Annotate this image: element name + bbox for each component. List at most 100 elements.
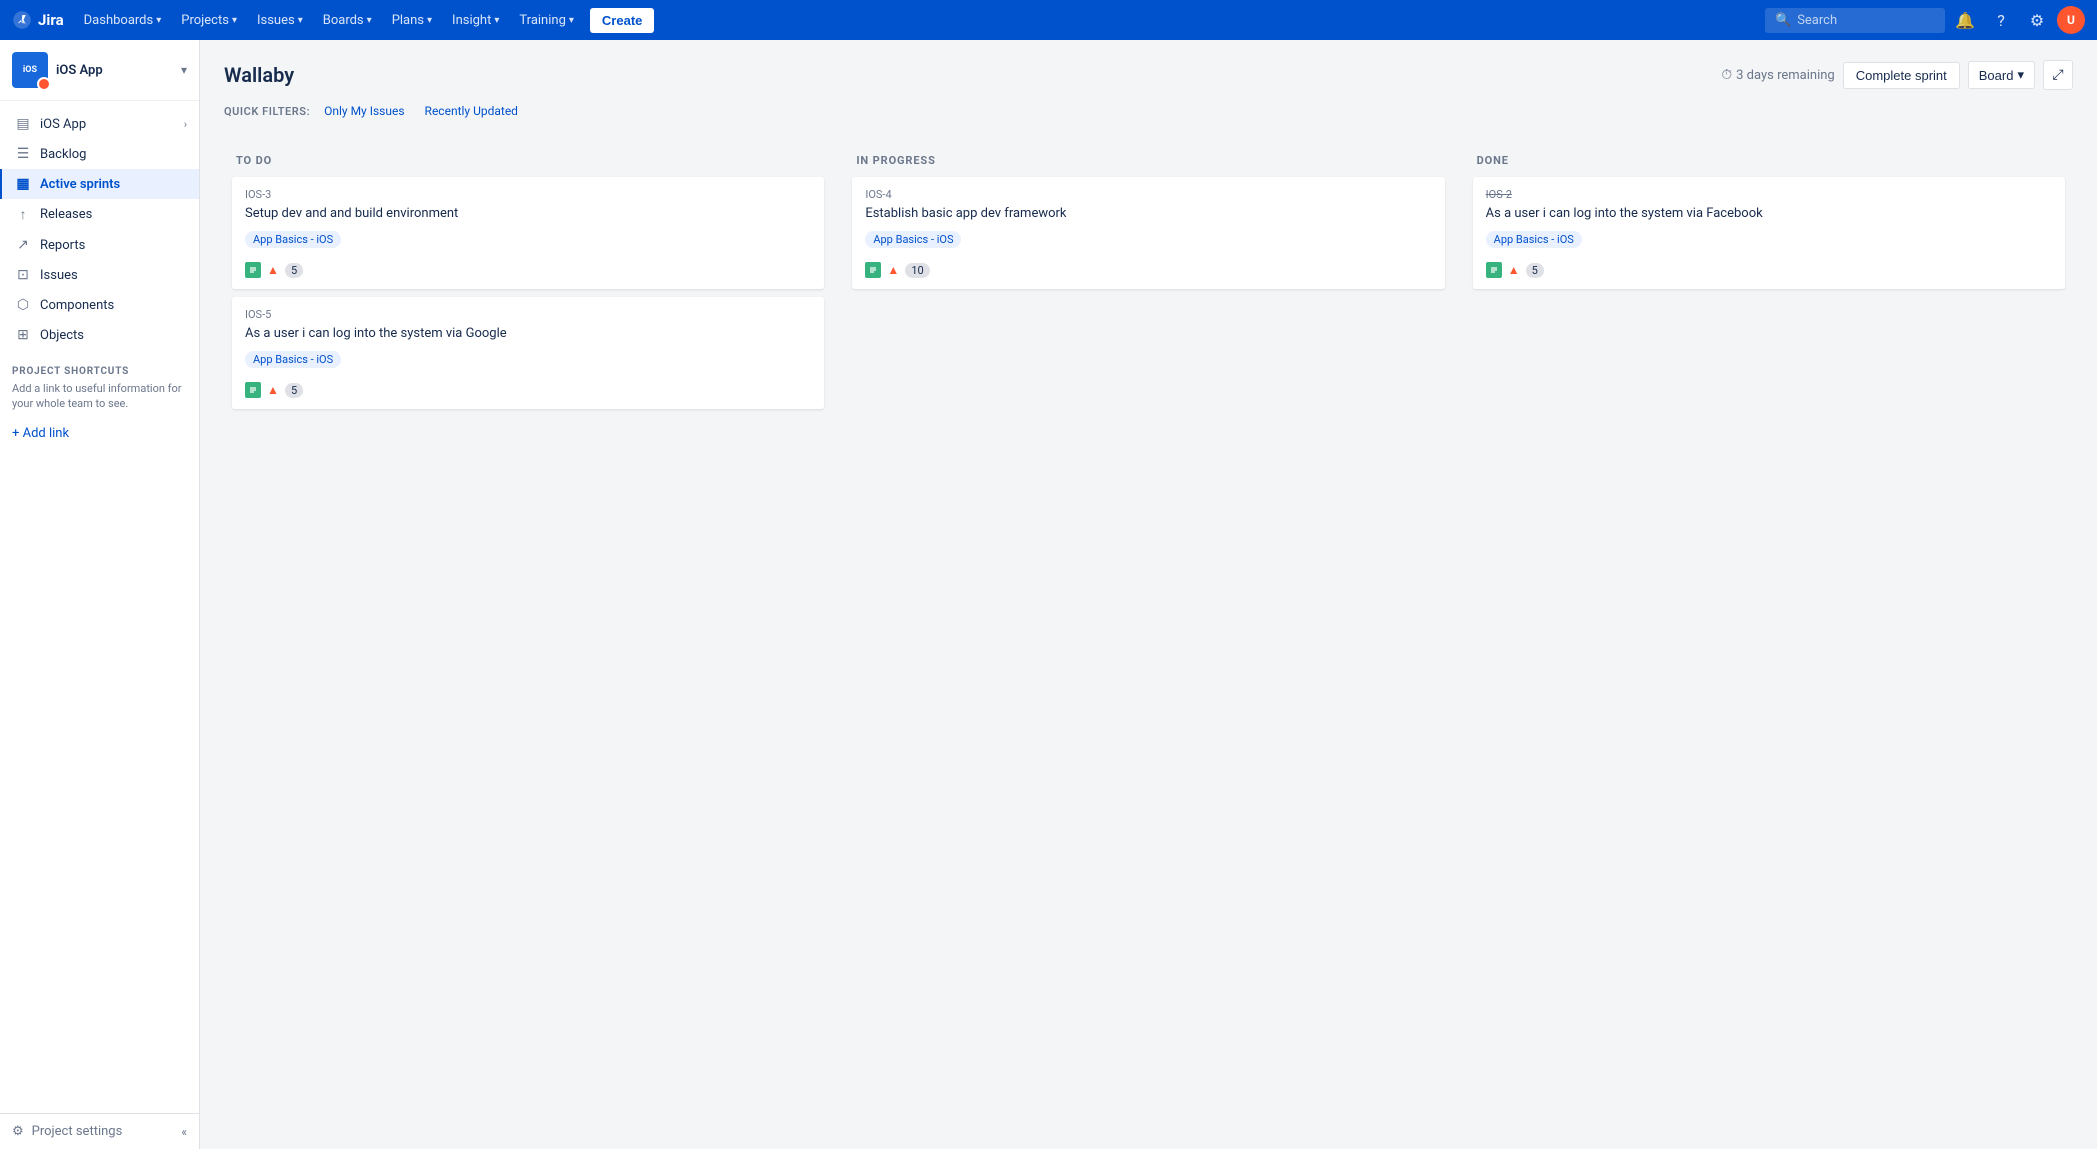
- plans-chevron-icon: ▾: [427, 15, 432, 26]
- nav-plans[interactable]: Plans ▾: [384, 9, 440, 32]
- shortcuts-description: Add a link to useful information for you…: [0, 381, 199, 420]
- project-header: iOS iOS App ▾: [0, 40, 199, 101]
- card-points: 5: [285, 263, 303, 278]
- complete-sprint-button[interactable]: Complete sprint: [1843, 62, 1960, 89]
- issues-chevron-icon: ▾: [298, 15, 303, 26]
- sidebar-item-label: Issues: [40, 268, 78, 283]
- card-footer: ▲ 5: [1486, 262, 2052, 278]
- card-points: 5: [285, 383, 303, 398]
- column-inprogress: IN PROGRESS IOS-4 Establish basic app de…: [844, 140, 1452, 640]
- card-ios-2[interactable]: IOS-2 As a user i can log into the syste…: [1473, 177, 2065, 289]
- sidebar-item-releases[interactable]: ↑ Releases: [0, 199, 199, 230]
- card-title: As a user i can log into the system via …: [245, 325, 811, 343]
- nav-insight[interactable]: Insight ▾: [444, 9, 507, 32]
- sidebar: iOS iOS App ▾ ▤ iOS App › ☰ Backlog ▦ Ac…: [0, 40, 200, 1149]
- filter-my-issues[interactable]: Only My Issues: [318, 102, 410, 120]
- sidebar-item-label: Reports: [40, 238, 85, 253]
- ios-app-icon: ▤: [14, 116, 32, 132]
- projects-chevron-icon: ▾: [232, 15, 237, 26]
- card-footer: ▲ 5: [245, 382, 811, 398]
- card-footer: ▲ 5: [245, 262, 811, 278]
- ios-app-chevron-icon: ›: [184, 118, 187, 131]
- releases-icon: ↑: [14, 206, 32, 223]
- time-remaining: ⏱ 3 days remaining: [1721, 67, 1834, 83]
- board-columns: TO DO IOS-3 Setup dev and and build envi…: [224, 140, 2073, 640]
- help-button[interactable]: ?: [1985, 4, 2017, 36]
- board-view-button[interactable]: Board ▾: [1968, 61, 2035, 89]
- card-label: App Basics - iOS: [245, 351, 341, 368]
- card-ios-3[interactable]: IOS-3 Setup dev and and build environmen…: [232, 177, 824, 289]
- board-actions: ⏱ 3 days remaining Complete sprint Board…: [1721, 60, 2073, 90]
- sidebar-navigation: ▤ iOS App › ☰ Backlog ▦ Active sprints ↑…: [0, 101, 199, 1113]
- active-sprints-icon: ▦: [14, 176, 32, 192]
- sidebar-item-ios-app[interactable]: ▤ iOS App ›: [0, 109, 199, 139]
- nav-training[interactable]: Training ▾: [511, 9, 582, 32]
- add-link-button[interactable]: + Add link: [0, 420, 199, 447]
- jira-logo[interactable]: Jira: [12, 10, 64, 30]
- card-id: IOS-3: [245, 188, 811, 201]
- project-badge: [37, 77, 51, 91]
- main-content: Wallaby ⏱ 3 days remaining Complete spri…: [200, 40, 2097, 1149]
- sidebar-item-active-sprints[interactable]: ▦ Active sprints: [0, 169, 199, 199]
- reports-icon: ↗: [14, 237, 32, 253]
- column-done-header: DONE: [1473, 148, 2065, 177]
- settings-button[interactable]: ⚙: [2021, 4, 2053, 36]
- project-settings-button[interactable]: ⚙ Project settings «: [0, 1113, 199, 1149]
- card-id: IOS-4: [865, 188, 1431, 201]
- priority-icon: ▲: [885, 262, 901, 278]
- sidebar-item-label: Releases: [40, 207, 92, 222]
- story-icon: [865, 262, 881, 278]
- nav-issues[interactable]: Issues ▾: [249, 9, 311, 32]
- logo-text: Jira: [38, 11, 64, 29]
- card-label: App Basics - iOS: [1486, 231, 1582, 248]
- column-done: DONE IOS-2 As a user i can log into the …: [1465, 140, 2073, 640]
- story-icon: [245, 262, 261, 278]
- column-todo: TO DO IOS-3 Setup dev and and build envi…: [224, 140, 832, 640]
- project-icon: iOS: [12, 52, 48, 88]
- expand-icon: ⤢: [2052, 67, 2063, 83]
- notifications-button[interactable]: 🔔: [1949, 4, 1981, 36]
- card-label: App Basics - iOS: [245, 231, 341, 248]
- insight-chevron-icon: ▾: [494, 15, 499, 26]
- priority-icon: ▲: [265, 262, 281, 278]
- card-id: IOS-2: [1486, 188, 2052, 201]
- card-title: Establish basic app dev framework: [865, 205, 1431, 223]
- sidebar-item-label: Components: [40, 298, 114, 313]
- sidebar-expand-icon[interactable]: ▾: [181, 63, 187, 77]
- create-button[interactable]: Create: [590, 8, 654, 33]
- sidebar-item-components[interactable]: ⬡ Components: [0, 290, 199, 320]
- top-navigation: Jira Dashboards ▾ Projects ▾ Issues ▾ Bo…: [0, 0, 2097, 40]
- card-label: App Basics - iOS: [865, 231, 961, 248]
- settings-icon: ⚙: [12, 1124, 24, 1139]
- column-inprogress-header: IN PROGRESS: [852, 148, 1444, 177]
- nav-boards[interactable]: Boards ▾: [315, 9, 380, 32]
- card-ios-5[interactable]: IOS-5 As a user i can log into the syste…: [232, 297, 824, 409]
- quick-filters: QUICK FILTERS: Only My Issues Recently U…: [224, 102, 2073, 120]
- search-icon: 🔍: [1775, 13, 1791, 28]
- boards-chevron-icon: ▾: [367, 15, 372, 26]
- components-icon: ⬡: [14, 297, 32, 313]
- card-title: Setup dev and and build environment: [245, 205, 811, 223]
- card-title: As a user i can log into the system via …: [1486, 205, 2052, 223]
- column-todo-header: TO DO: [232, 148, 824, 177]
- card-points: 10: [905, 263, 929, 278]
- objects-icon: ⊞: [14, 327, 32, 343]
- search-input[interactable]: 🔍 Search: [1765, 8, 1945, 33]
- sidebar-item-reports[interactable]: ↗ Reports: [0, 230, 199, 260]
- nav-dashboards[interactable]: Dashboards ▾: [76, 9, 170, 32]
- user-avatar[interactable]: U: [2057, 6, 2085, 34]
- card-ios-4[interactable]: IOS-4 Establish basic app dev framework …: [852, 177, 1444, 289]
- sidebar-item-objects[interactable]: ⊞ Objects: [0, 320, 199, 350]
- project-name: iOS App: [56, 63, 173, 78]
- filter-recently-updated[interactable]: Recently Updated: [419, 102, 524, 120]
- project-shortcuts-label: PROJECT SHORTCUTS: [0, 350, 199, 381]
- sidebar-item-issues[interactable]: ⊡ Issues: [0, 260, 199, 290]
- nav-projects[interactable]: Projects ▾: [173, 9, 245, 32]
- quick-filters-label: QUICK FILTERS:: [224, 105, 310, 118]
- story-icon: [1486, 262, 1502, 278]
- expand-board-button[interactable]: ⤢: [2043, 60, 2073, 90]
- card-footer: ▲ 10: [865, 262, 1431, 278]
- clock-icon: ⏱: [1721, 67, 1732, 83]
- sidebar-item-backlog[interactable]: ☰ Backlog: [0, 139, 199, 169]
- sidebar-item-label: Backlog: [40, 147, 86, 162]
